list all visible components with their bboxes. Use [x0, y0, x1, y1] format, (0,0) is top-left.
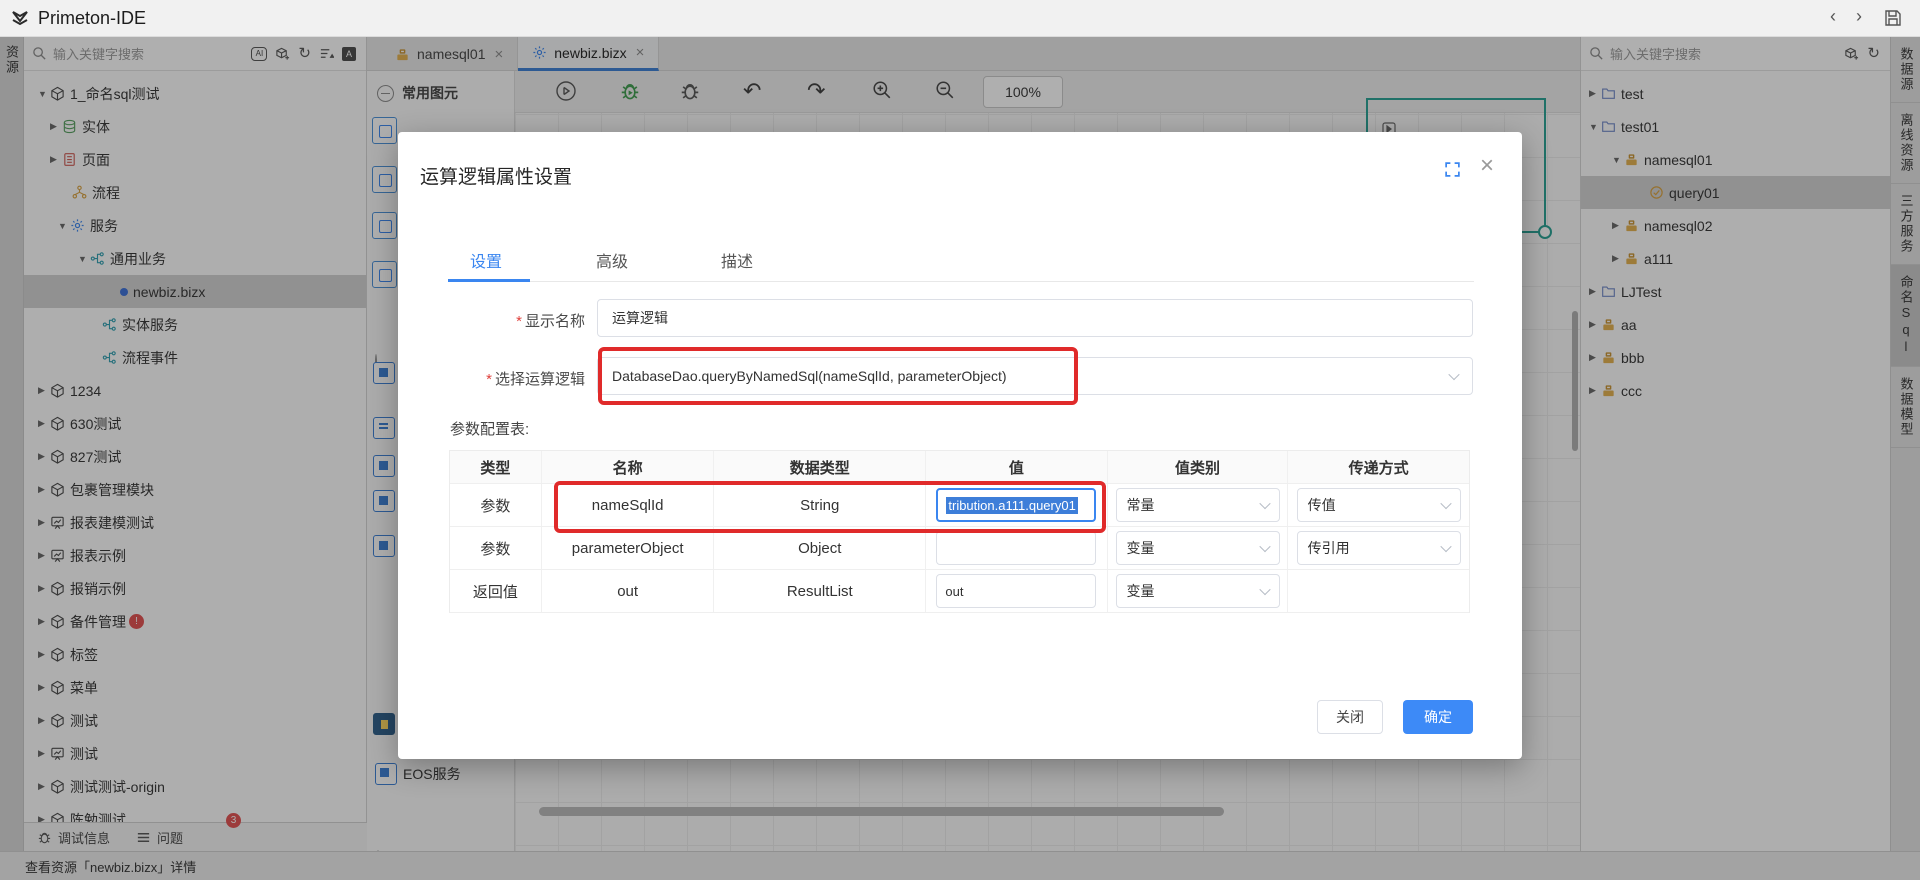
properties-dialog: 运算逻辑属性设置 × 设置 高级 描述 *显示名称 运算逻辑 *选择运算逻辑 D… [398, 132, 1522, 759]
param-row-parameterobject: 参数 parameterObject Object 变量 传引用 [450, 527, 1469, 570]
chevron-down-icon [1259, 498, 1270, 509]
pass-mode-select[interactable]: 传引用 [1297, 531, 1461, 565]
value-input-out[interactable]: out [936, 574, 1096, 608]
save-icon[interactable] [1884, 9, 1902, 27]
chevron-down-icon [1259, 541, 1270, 552]
nav-forward-icon[interactable]: › [1856, 6, 1862, 27]
display-name-input[interactable]: 运算逻辑 [597, 299, 1473, 337]
confirm-button[interactable]: 确定 [1403, 700, 1473, 734]
close-button[interactable]: 关闭 [1317, 700, 1383, 734]
annotation-box-logic [598, 347, 1078, 405]
chevron-down-icon [1440, 541, 1451, 552]
param-table-header: 类型 名称 数据类型 值 值类别 传递方式 [450, 451, 1469, 484]
display-name-label: *显示名称 [425, 310, 585, 331]
value-input-parameterobject[interactable] [936, 531, 1096, 565]
category-select[interactable]: 常量 [1116, 488, 1280, 522]
logic-select-label: *选择运算逻辑 [425, 368, 585, 389]
chevron-down-icon [1259, 584, 1270, 595]
fullscreen-icon[interactable] [1444, 161, 1461, 178]
chevron-down-icon [1448, 369, 1459, 380]
app-logo-icon [10, 8, 30, 28]
active-tab-underline [448, 279, 530, 282]
dialog-title: 运算逻辑属性设置 [420, 162, 572, 189]
nav-back-icon[interactable]: ‹ [1830, 6, 1836, 27]
category-select[interactable]: 变量 [1116, 531, 1280, 565]
param-row-out: 返回值 out ResultList out 变量 [450, 570, 1469, 613]
title-bar: Primeton-IDE ‹ › [0, 0, 1920, 37]
category-select[interactable]: 变量 [1116, 574, 1280, 608]
dialog-tab-description[interactable]: 描述 [721, 248, 753, 272]
chevron-down-icon [1440, 498, 1451, 509]
pass-mode-select[interactable]: 传值 [1297, 488, 1461, 522]
tab-divider [448, 281, 1474, 282]
dialog-tab-settings[interactable]: 设置 [470, 248, 502, 272]
close-icon[interactable]: × [1480, 154, 1494, 178]
app-title: Primeton-IDE [38, 8, 146, 29]
param-table-caption: 参数配置表: [450, 418, 529, 439]
dialog-tab-advanced[interactable]: 高级 [596, 248, 628, 272]
annotation-box-row1 [554, 481, 1106, 533]
